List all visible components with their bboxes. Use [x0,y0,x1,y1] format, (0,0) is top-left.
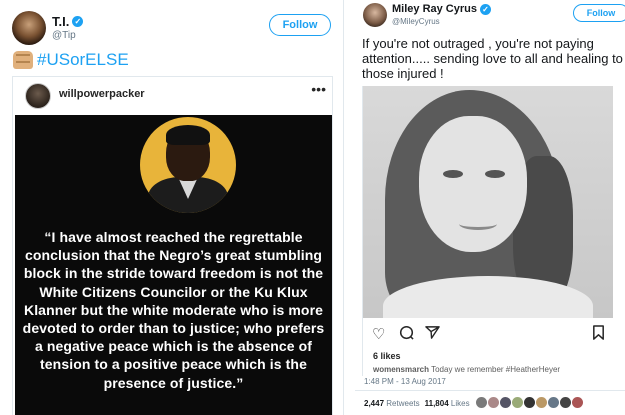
liker-avatar[interactable] [499,397,511,408]
liker-avatar[interactable] [487,397,499,408]
verified-icon: ✓ [479,3,491,15]
caption-user[interactable]: womensmarch [373,365,429,374]
instagram-caption: womensmarch Today we remember #HeatherHe… [373,365,613,374]
miley-handle[interactable]: @MileyCyrus [392,17,440,26]
quote-text: “I have almost reached the regrettable c… [22,229,325,391]
ti-avatar[interactable] [12,11,46,45]
instagram-likes: 6 likes [373,351,401,361]
hashtag-link[interactable]: #USorELSE [37,50,129,70]
caption-text: Today we remember #HeatherHeyer [429,365,561,374]
likes-stat[interactable]: 11,804 Likes [425,399,470,408]
follow-button[interactable]: Follow [573,4,625,22]
more-options-icon[interactable]: ••• [311,81,326,97]
ti-name[interactable]: T.I. ✓ [52,14,84,29]
tweet-stats: 2,447 Retweets 11,804 Likes [364,397,583,410]
liker-avatar[interactable] [547,397,559,408]
tweet-text: If you're not outraged , you're not payi… [362,36,623,81]
mlk-portrait [140,117,236,213]
bookmark-icon[interactable] [592,325,605,344]
instagram-embed[interactable]: willpowerpacker ••• “I have almost reach… [12,76,333,415]
divider [355,390,625,391]
instagram-user-avatar[interactable] [25,83,51,109]
tweet-text: #USorELSE [13,50,129,70]
ti-tweet: T.I. ✓ @Tip Follow #USorELSE willpowerpa… [0,0,344,415]
miley-name[interactable]: Miley Ray Cyrus ✓ [392,3,491,15]
tweet-timestamp[interactable]: 1:48 PM - 13 Aug 2017 [364,377,446,386]
comment-icon[interactable] [399,325,414,344]
miley-name-text[interactable]: Miley Ray Cyrus [392,3,477,15]
share-icon[interactable] [425,325,440,344]
liker-avatar[interactable] [559,397,571,408]
heart-icon[interactable]: ♡ [372,325,385,343]
liker-avatars [475,397,583,410]
raised-fist-emoji-icon [13,51,33,69]
ti-name-text[interactable]: T.I. [52,14,69,29]
embedded-photo[interactable] [363,86,613,318]
liker-avatar[interactable] [571,397,583,408]
instagram-embed[interactable]: ♡ 6 likes womensmarch Today we remember … [362,86,625,376]
follow-button[interactable]: Follow [269,14,331,36]
ti-handle[interactable]: @Tip [52,30,76,41]
miley-avatar[interactable] [363,3,387,27]
quote-image: “I have almost reached the regrettable c… [15,115,332,415]
instagram-username[interactable]: willpowerpacker [59,88,145,100]
liker-avatar[interactable] [475,397,487,408]
liker-avatar[interactable] [523,397,535,408]
verified-icon: ✓ [72,16,84,27]
miley-tweet: Miley Ray Cyrus ✓ @MileyCyrus Follow If … [355,0,625,415]
retweets-stat[interactable]: 2,447 Retweets [364,399,420,408]
liker-avatar[interactable] [511,397,523,408]
liker-avatar[interactable] [535,397,547,408]
